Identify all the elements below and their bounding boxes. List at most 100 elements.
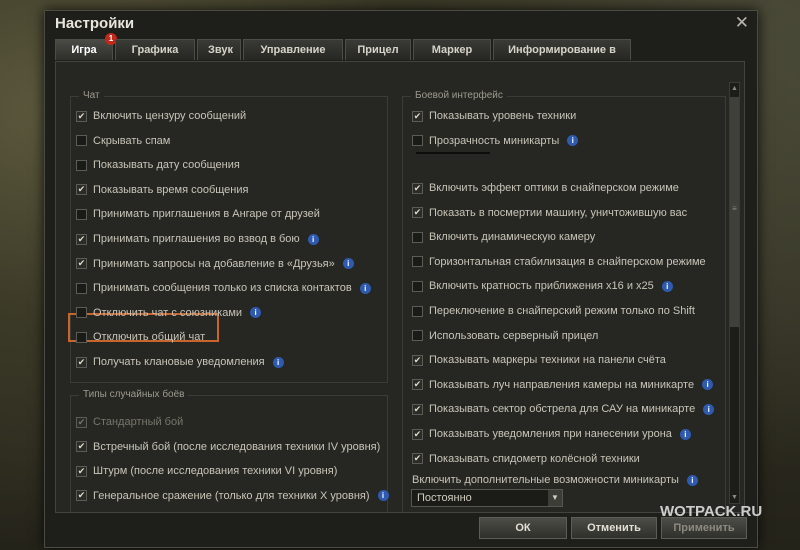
checkbox-unchecked[interactable]: [76, 331, 87, 343]
minimap-extra-select[interactable]: Постоянно ▼: [411, 489, 563, 507]
checkbox-checked[interactable]: ✔: [76, 441, 87, 453]
info-icon[interactable]: i: [307, 233, 319, 245]
checkbox-row[interactable]: Использовать серверный прицел: [412, 328, 598, 344]
checkbox-unchecked[interactable]: [412, 256, 423, 268]
checkbox-row[interactable]: Принимать приглашения в Ангаре от друзей: [76, 206, 320, 222]
tab-2[interactable]: Звук: [197, 39, 241, 60]
checkbox-row[interactable]: ✔ Показывать сектор обстрела для САУ на м…: [412, 401, 715, 417]
checkbox-checked[interactable]: ✔: [76, 233, 87, 245]
checkbox-label: Отключить общий чат: [93, 331, 206, 344]
checkbox-row[interactable]: ✔ Показывать спидометр колёсной техники: [412, 451, 640, 467]
checkbox-row[interactable]: ✔ Встречный бой (после исследования техни…: [76, 439, 380, 455]
info-icon[interactable]: i: [703, 403, 715, 415]
checkbox-checked[interactable]: ✔: [412, 354, 423, 366]
checkbox-row[interactable]: Отключить общий чат: [76, 329, 205, 345]
checkbox-unchecked[interactable]: [412, 280, 423, 292]
apply-button[interactable]: Применить: [661, 517, 747, 539]
minimap-extra-label-row: Включить дополнительные возможности мини…: [412, 472, 698, 488]
checkbox-unchecked[interactable]: [76, 307, 87, 319]
cancel-button[interactable]: Отменить: [571, 517, 657, 539]
info-icon[interactable]: i: [679, 428, 691, 440]
checkbox-label: Стандартный бой: [93, 416, 184, 428]
checkbox-unchecked[interactable]: [412, 330, 423, 342]
tab-1[interactable]: Графика: [115, 39, 195, 60]
checkbox-checked[interactable]: ✔: [412, 207, 423, 219]
checkbox-checked[interactable]: ✔: [76, 490, 87, 502]
checkbox-row[interactable]: ✔ Штурм (после исследования техники VI ур…: [76, 463, 337, 479]
checkbox-checked[interactable]: ✔: [76, 356, 87, 368]
checkbox-row[interactable]: ✔ Получать клановые уведомления i: [76, 354, 284, 370]
checkbox-checked[interactable]: ✔: [412, 403, 423, 415]
info-icon[interactable]: i: [359, 282, 371, 294]
info-icon[interactable]: i: [661, 280, 673, 292]
watermark-text: WOTPACK.RU: [660, 503, 763, 520]
checkbox-row[interactable]: Принимать сообщения только из списка кон…: [76, 280, 371, 296]
checkbox-row[interactable]: ✔ Принимать запросы на добавление в «Друз…: [76, 256, 354, 272]
checkbox-label: Прозрачность миникарты: [429, 134, 560, 147]
checkbox-label: Принимать сообщения только из списка кон…: [93, 282, 352, 295]
scroll-down-icon[interactable]: ▼: [730, 494, 739, 501]
checkbox-row[interactable]: Включить динамическую камеру: [412, 229, 595, 245]
checkbox-checked[interactable]: ✔: [76, 465, 87, 477]
checkbox-row[interactable]: ✔ Включить эффект оптики в снайперском ре…: [412, 180, 679, 196]
checkbox-checked[interactable]: ✔: [76, 110, 87, 122]
checkbox-unchecked[interactable]: [76, 159, 87, 171]
checkbox-row[interactable]: Прозрачность миникарты i: [412, 133, 579, 149]
checkbox-row[interactable]: ✔ Показывать луч направления камеры на ми…: [412, 377, 714, 393]
checkbox-row[interactable]: Скрывать спам: [76, 133, 170, 149]
checkbox-row[interactable]: ✔ Включить цензуру сообщений: [76, 108, 246, 124]
checkbox-label: Показывать луч направления камеры на мин…: [429, 378, 695, 391]
info-icon[interactable]: i: [567, 135, 579, 147]
checkbox-row[interactable]: ✔ Принимать приглашения во взвод в бою i: [76, 231, 319, 247]
title-bar: Настройки ✕: [45, 11, 757, 37]
tab-3[interactable]: Управление: [243, 39, 343, 60]
checkbox-row[interactable]: ✔ Показывать уровень техники: [412, 108, 576, 124]
info-icon[interactable]: i: [250, 307, 262, 319]
checkbox-checked[interactable]: ✔: [76, 184, 87, 196]
checkbox-row[interactable]: Включить кратность приближения x16 и x25…: [412, 278, 673, 294]
tab-5[interactable]: Маркер: [413, 39, 491, 60]
checkbox-unchecked[interactable]: [76, 208, 87, 220]
settings-content: Чат Типы случайных боёв Боевой интерфейс…: [55, 61, 745, 513]
checkbox-label: Показывать время сообщения: [93, 183, 249, 196]
scrollbar-thumb[interactable]: ≡: [730, 97, 739, 327]
checkbox-unchecked[interactable]: [412, 135, 423, 147]
info-icon[interactable]: i: [272, 356, 284, 368]
checkbox-checked[interactable]: ✔: [412, 453, 423, 465]
tab-4[interactable]: Прицел: [345, 39, 411, 60]
checkbox-row[interactable]: Горизонтальная стабилизация в снайперско…: [412, 254, 706, 270]
checkbox-row[interactable]: Переключение в снайперский режим только …: [412, 303, 695, 319]
checkbox-unchecked[interactable]: [76, 282, 87, 294]
checkbox-checked[interactable]: ✔: [412, 182, 423, 194]
checkbox-checked[interactable]: ✔: [412, 110, 423, 122]
scrollbar[interactable]: ▲ ≡ ▼: [729, 82, 740, 504]
checkbox-label: Включить эффект оптики в снайперском реж…: [429, 182, 679, 194]
info-icon[interactable]: i: [377, 490, 389, 502]
checkbox-unchecked[interactable]: [412, 305, 423, 317]
checkbox-unchecked[interactable]: [76, 135, 87, 147]
checkbox-label: Отключить чат с союзниками: [93, 306, 243, 319]
checkbox-row[interactable]: ✔ Генеральное сражение (только для техник…: [76, 488, 389, 504]
info-icon[interactable]: i: [342, 258, 354, 270]
checkbox-row[interactable]: ✔ Показывать время сообщения: [76, 182, 248, 198]
checkbox-checked[interactable]: ✔: [412, 379, 423, 391]
tab-label: Маркер: [431, 44, 473, 56]
checkbox-row[interactable]: ✔ Показывать уведомления при нанесении ур…: [412, 426, 691, 442]
chevron-down-icon[interactable]: ▼: [548, 490, 562, 506]
chat-group-title: Чат: [79, 90, 104, 101]
dialog-title: Настройки: [55, 15, 135, 32]
info-icon[interactable]: i: [686, 474, 698, 486]
tab-0[interactable]: Игра 1: [55, 33, 117, 60]
checkbox-checked[interactable]: ✔: [76, 258, 87, 270]
scroll-up-icon[interactable]: ▲: [730, 85, 739, 92]
checkbox-row[interactable]: Показывать дату сообщения: [76, 157, 240, 173]
checkbox-row[interactable]: ✔ Показать в посмертии машину, уничтоживш…: [412, 205, 687, 221]
tab-6[interactable]: Информирование в бою: [493, 39, 631, 76]
checkbox-row[interactable]: ✔ Показывать маркеры техники на панели сч…: [412, 352, 666, 368]
checkbox-unchecked[interactable]: [412, 231, 423, 243]
checkbox-row[interactable]: Отключить чат с союзниками i: [76, 305, 262, 321]
ok-button[interactable]: ОК: [479, 517, 567, 539]
checkbox-checked[interactable]: ✔: [412, 428, 423, 440]
close-icon[interactable]: ✕: [735, 13, 749, 33]
info-icon[interactable]: i: [702, 379, 714, 391]
